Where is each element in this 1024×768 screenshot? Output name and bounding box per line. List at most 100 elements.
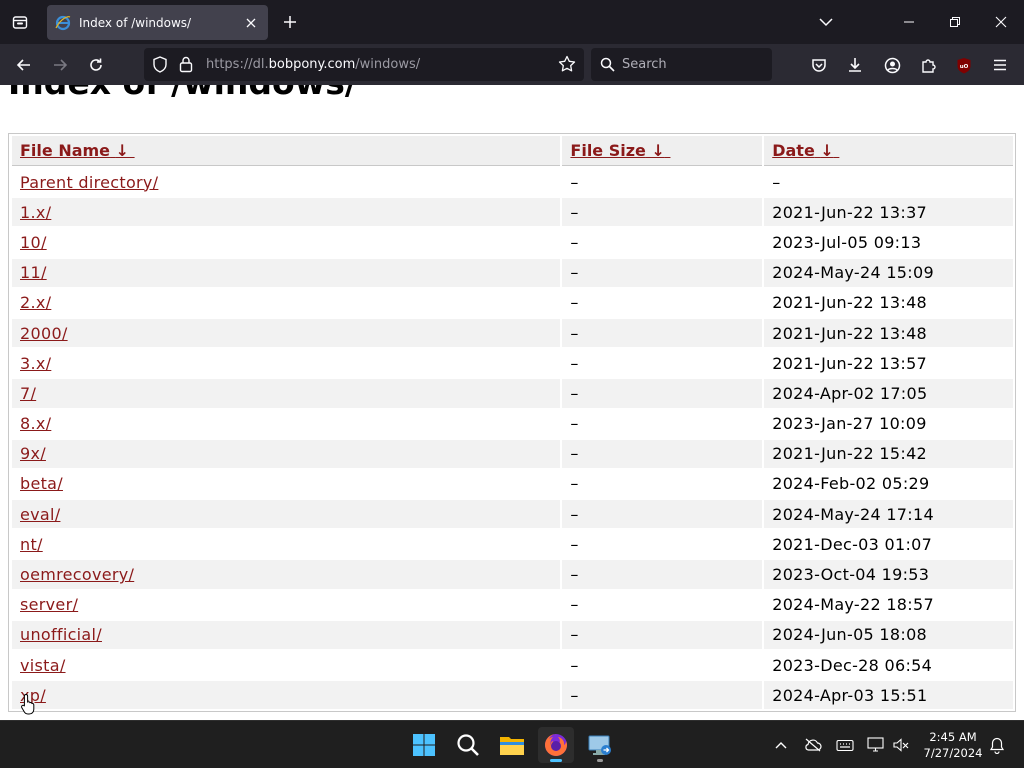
date-cell: 2024-May-24 15:09 <box>764 258 1013 287</box>
start-button[interactable] <box>406 727 442 763</box>
tab-active[interactable]: Index of /windows/ <box>47 5 268 40</box>
url-text[interactable]: https://dl.bobpony.com/windows/ <box>206 57 420 72</box>
sort-by-date-link[interactable]: Date ↓ <box>772 141 839 160</box>
keyboard-icon <box>836 739 854 751</box>
table-body: Parent directory/– –1.x/–2021-Jun-22 13:3… <box>12 168 1013 710</box>
file-size-cell: – <box>570 232 579 252</box>
file-size-cell: – <box>562 318 763 348</box>
directory-link[interactable]: oemrecovery/ <box>20 565 134 584</box>
extensions-button[interactable] <box>915 52 941 78</box>
file-name-cell: nt/ <box>12 530 560 558</box>
restore-icon <box>950 17 960 27</box>
tab-close-icon[interactable] <box>242 14 260 32</box>
table-row: 8.x/ – 2023-Jan-27 10:09 <box>12 410 1013 438</box>
file-size-cell: – <box>562 439 763 468</box>
web-page: Index of /windows/ File Name ↓ File Size… <box>0 85 1024 720</box>
download-icon <box>849 58 861 72</box>
directory-link[interactable]: Parent directory/ <box>20 173 158 192</box>
sort-by-name-link[interactable]: File Name ↓ <box>20 141 135 160</box>
bookmark-star-icon[interactable] <box>558 55 576 73</box>
volume-muted-icon <box>893 738 909 752</box>
table-row: 3.x/ – 2021-Jun-22 13:57 <box>12 349 1013 377</box>
remote-desktop-button[interactable] <box>582 727 618 763</box>
table-row: 7/ –2024-Apr-02 17:05 <box>12 379 1013 408</box>
file-name-cell: 11/ <box>12 258 561 287</box>
file-size-cell: – <box>562 258 763 287</box>
firefox-view-button[interactable] <box>8 10 32 34</box>
directory-link[interactable]: beta/ <box>20 474 63 493</box>
column-header-size[interactable]: File Size ↓ <box>562 136 763 166</box>
chevron-down-icon <box>819 18 833 27</box>
directory-link[interactable]: 10/ <box>20 233 47 252</box>
minimize-button[interactable] <box>895 8 923 36</box>
date-cell: 2021-Dec-03 01:07 <box>772 534 933 554</box>
file-explorer-button[interactable] <box>494 727 530 763</box>
directory-link[interactable]: 1.x/ <box>20 203 51 222</box>
file-name-cell: server/ <box>12 591 560 619</box>
directory-link[interactable]: nt/ <box>20 535 43 554</box>
keyboard-tray-button[interactable] <box>835 735 855 755</box>
directory-link[interactable]: 2.x/ <box>20 293 51 312</box>
firefox-taskbar-button[interactable] <box>538 727 574 763</box>
volume-tray-button[interactable] <box>891 735 911 755</box>
directory-link[interactable]: 7/ <box>20 384 36 403</box>
table-row: 2000/ –2021-Jun-22 13:48 <box>12 318 1013 348</box>
column-header-name[interactable]: File Name ↓ <box>12 136 561 166</box>
network-tray-button[interactable] <box>866 735 886 755</box>
url-path: /windows/ <box>355 57 421 72</box>
sort-by-size-link[interactable]: File Size ↓ <box>570 141 670 160</box>
new-tab-button[interactable] <box>278 10 302 34</box>
pocket-button[interactable] <box>806 52 832 78</box>
puzzle-icon <box>922 59 936 73</box>
close-window-button[interactable] <box>987 8 1015 36</box>
date-cell: 2021-Jun-22 15:42 <box>764 439 1013 468</box>
date-cell: 2024-Apr-03 15:51 <box>764 681 1013 710</box>
close-icon <box>995 16 1007 28</box>
file-name-cell: oemrecovery/ <box>12 560 561 589</box>
cloud-offline-icon <box>805 738 822 752</box>
reload-button[interactable] <box>83 52 109 78</box>
file-name-cell: 9x/ <box>12 439 561 468</box>
chevron-up-icon <box>775 742 787 749</box>
date-cell: 2023-Jan-27 10:09 <box>772 414 927 434</box>
directory-link[interactable]: 9x/ <box>20 444 46 463</box>
table-row: nt/ – 2021-Dec-03 01:07 <box>12 530 1013 558</box>
directory-link[interactable]: 2000/ <box>20 324 68 343</box>
file-size-cell: – <box>562 681 763 710</box>
onedrive-tray-button[interactable] <box>803 735 823 755</box>
ublock-origin-button[interactable]: uO <box>951 52 977 78</box>
table-row: server/ – 2024-May-22 18:57 <box>12 591 1013 619</box>
windows-taskbar: 2:45 AM 7/27/2024 <box>0 720 1024 768</box>
url-prefix: https://dl. <box>206 57 269 72</box>
notifications-button[interactable] <box>987 735 1007 755</box>
column-header-date[interactable]: Date ↓ <box>764 136 1013 166</box>
network-icon <box>867 737 884 752</box>
file-table: File Name ↓ File Size ↓ Date ↓ Parent di… <box>10 134 1015 711</box>
app-menu-button[interactable] <box>987 52 1013 78</box>
forward-button[interactable] <box>47 52 73 78</box>
show-hidden-icons-button[interactable] <box>771 735 791 755</box>
list-all-tabs-button[interactable] <box>814 10 838 34</box>
search-bar[interactable]: Search <box>591 48 772 81</box>
directory-link[interactable]: 3.x/ <box>20 354 51 373</box>
taskbar-search-button[interactable] <box>450 727 486 763</box>
svg-text:uO: uO <box>960 64 969 70</box>
back-button[interactable] <box>11 52 37 78</box>
directory-link[interactable]: vista/ <box>20 656 66 675</box>
account-button[interactable] <box>879 52 905 78</box>
file-name-cell: 7/ <box>12 379 561 408</box>
taskbar-clock[interactable]: 2:45 AM 7/27/2024 <box>920 729 986 761</box>
directory-link[interactable]: server/ <box>20 595 78 614</box>
downloads-button[interactable] <box>842 52 868 78</box>
directory-link[interactable]: 11/ <box>20 263 47 282</box>
plus-icon <box>284 16 296 28</box>
directory-link[interactable]: 8.x/ <box>20 414 51 433</box>
date-cell: 2021-Jun-22 13:48 <box>772 293 928 313</box>
address-bar[interactable]: https://dl.bobpony.com/windows/ <box>144 48 584 81</box>
directory-link[interactable]: unofficial/ <box>20 625 102 644</box>
restore-button[interactable] <box>941 8 969 36</box>
lock-icon[interactable] <box>179 56 193 73</box>
tracking-protection-icon[interactable] <box>152 56 168 73</box>
directory-link[interactable]: eval/ <box>20 505 60 524</box>
table-row: xp/–2024-Apr-03 15:51 <box>12 681 1013 710</box>
